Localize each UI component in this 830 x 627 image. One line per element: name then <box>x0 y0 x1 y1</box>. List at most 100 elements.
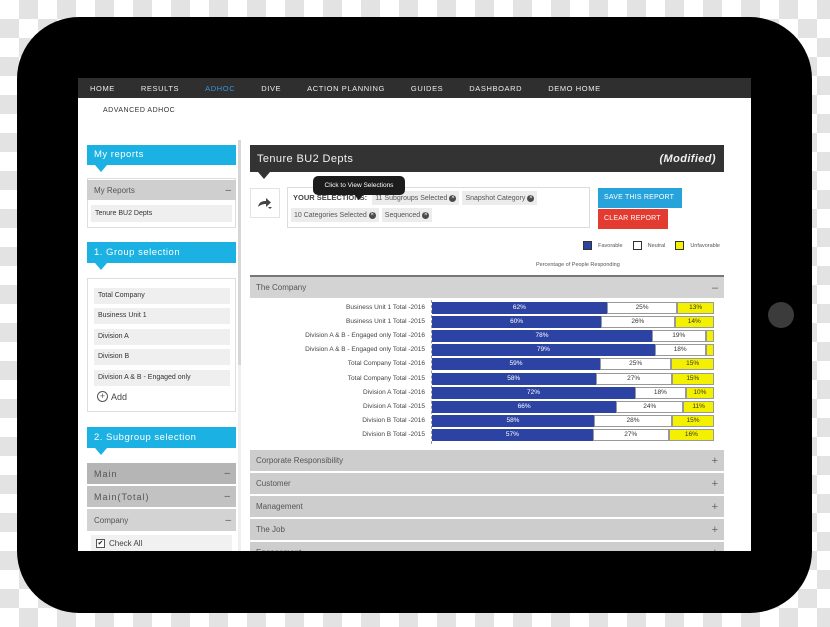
chart-row-label: Business Unit 1 Total -2015 <box>345 318 425 326</box>
chart-row-label: Division A Total -2015 <box>362 402 425 410</box>
selection-tag[interactable]: 10 Categories Selected × <box>291 208 379 222</box>
tablet-home-button[interactable] <box>768 302 794 328</box>
share-button[interactable] <box>250 188 280 218</box>
tooltip-text: Click to View Selections <box>324 182 394 189</box>
saved-report-item[interactable]: Tenure BU2 Depts <box>91 205 232 222</box>
stacked-bar: 59% 25% 15% <box>432 358 714 371</box>
selection-tag[interactable]: Snapshot Category × <box>462 191 538 205</box>
chart-row-label: Division B Total -2016 <box>362 416 425 424</box>
bar-segment-favorable: 57% <box>432 428 593 441</box>
subgroup-selection-pointer <box>95 448 107 455</box>
legend-label: Favorable <box>598 242 623 249</box>
chart-row: Division B Total -2015 57% 27% 16% <box>250 428 724 442</box>
group-list-item[interactable]: Total Company <box>94 288 230 304</box>
collapse-icon[interactable]: – <box>225 515 231 526</box>
check-all-label: Check All <box>109 538 143 548</box>
collapse-icon[interactable]: – <box>224 468 231 479</box>
subgroup-row-main-total-[interactable]: Main(Total) – <box>87 486 236 507</box>
chart-row: Division B Total -2016 58% 28% 15% <box>250 414 724 428</box>
remove-tag-icon[interactable]: × <box>449 194 457 202</box>
chart-row: Division A & B - Engaged only Total -201… <box>250 330 724 343</box>
legend-item-unfavorable: Unfavorable <box>675 241 720 250</box>
section-header-customer[interactable]: Customer + <box>250 473 724 494</box>
chart-row: Business Unit 1 Total -2016 62% 25% 13% <box>250 302 724 315</box>
stacked-bar: 58% 28% 15% <box>432 414 714 427</box>
nav-item-home[interactable]: HOME <box>90 84 115 93</box>
legend-swatch-neutral <box>632 241 642 250</box>
section-title: Corporate Responsibility <box>256 456 344 465</box>
category-sections: The Company – Business Unit 1 Total -2016 6… <box>250 275 724 551</box>
expand-icon[interactable]: + <box>712 547 718 552</box>
nav-item-guides[interactable]: GUIDES <box>411 84 443 93</box>
legend-item-favorable: Favorable <box>583 241 623 250</box>
stacked-bar: 60% 26% 14% <box>432 316 714 329</box>
nav-item-demo-home[interactable]: DEMO HOME <box>548 84 600 93</box>
expand-icon[interactable]: + <box>712 455 718 467</box>
collapse-icon[interactable]: – <box>712 282 718 294</box>
bar-segment-favorable: 72% <box>432 386 636 399</box>
nav-item-dive[interactable]: DIVE <box>261 84 281 93</box>
collapse-icon[interactable]: – <box>225 185 231 196</box>
section-header-the-job[interactable]: The Job + <box>250 519 724 540</box>
remove-tag-icon[interactable]: × <box>368 211 376 219</box>
selection-tag-label: Snapshot Category <box>465 194 526 202</box>
clear-report-button[interactable]: CLEAR REPORT <box>598 209 668 229</box>
stacked-bar: 57% 27% 16% <box>432 428 714 441</box>
nav-item-action-planning[interactable]: ACTION PLANNING <box>307 84 385 93</box>
bar-segment-neutral: 28% <box>593 414 673 427</box>
nav-item-results[interactable]: RESULTS <box>141 84 179 93</box>
bar-segment-unfavorable: 15% <box>671 358 714 371</box>
sidebar-scrollbar[interactable] <box>238 140 241 551</box>
collapse-icon[interactable]: – <box>224 491 231 502</box>
top-nav-bar: HOME RESULTS ADHOC DIVE ACTION PLANNING GUIDE… <box>78 78 751 98</box>
nav-item-adhoc[interactable]: ADHOC <box>205 84 235 93</box>
expand-icon[interactable]: + <box>712 501 718 513</box>
chart-legend: Favorable Neutral Unfavorable <box>568 241 720 250</box>
section-header-management[interactable]: Management + <box>250 496 724 517</box>
bar-segment-neutral: 25% <box>600 358 672 371</box>
checkbox-icon[interactable]: ✔ <box>96 538 105 548</box>
legend-swatch-favorable <box>583 241 593 250</box>
bar-segment-unfavorable: 15% <box>671 372 714 385</box>
legend-label: Unfavorable <box>690 242 720 249</box>
nav-item-dashboard[interactable]: DASHBOARD <box>469 84 522 93</box>
bar-segment-favorable: 66% <box>432 400 617 413</box>
section-header-the-company[interactable]: The Company – <box>250 275 724 298</box>
stacked-bar: 72% 18% 10% <box>432 386 714 399</box>
group-list-item[interactable]: Division A <box>94 329 230 345</box>
view-selections-tooltip: Click to View Selections <box>313 176 405 200</box>
group-list-item[interactable]: Division B <box>94 349 230 365</box>
legend-label: Neutral <box>647 242 666 249</box>
bar-segment-unfavorable <box>705 330 714 343</box>
subgroup-row-main[interactable]: Main – <box>87 463 236 484</box>
section-header-engagement[interactable]: Engagement + <box>250 542 724 551</box>
group-list-item[interactable]: Division A & B - Engaged only <box>94 370 230 386</box>
section-header-corporate-responsibility[interactable]: Corporate Responsibility + <box>250 450 724 471</box>
tooltip-arrow <box>355 195 363 200</box>
subgroup-selection-header: 2. Subgroup selection <box>87 427 236 448</box>
chart-row-label: Division A & B - Engaged only Total -201… <box>305 346 425 354</box>
remove-tag-icon[interactable]: × <box>527 194 535 202</box>
my-reports-header: My reports <box>87 145 236 165</box>
stacked-bar: 78% 19% <box>432 330 714 343</box>
save-report-button[interactable]: SAVE THIS REPORT <box>598 188 682 208</box>
my-reports-pointer <box>95 165 107 172</box>
section-title: Customer <box>256 479 291 488</box>
expand-icon[interactable]: + <box>712 524 718 536</box>
report-title: Tenure BU2 Depts <box>257 152 354 165</box>
subgroup-row-company[interactable]: Company – <box>87 509 236 531</box>
my-reports-group-row[interactable]: My Reports – <box>87 180 236 200</box>
section-title: The Job <box>256 525 285 534</box>
group-list-item[interactable]: Business Unit 1 <box>94 308 230 324</box>
sidebar-scrollbar-thumb[interactable] <box>238 140 241 365</box>
selection-tag[interactable]: Sequenced × <box>381 208 433 222</box>
subgroup-row-label: Company <box>94 515 129 525</box>
bar-segment-neutral: 25% <box>606 302 678 314</box>
stacked-bar: 66% 24% 11% <box>432 400 714 413</box>
remove-tag-icon[interactable]: × <box>422 211 430 219</box>
legend-item-neutral: Neutral <box>632 241 666 250</box>
check-all-checkbox[interactable]: ✔ Check All <box>91 535 232 551</box>
expand-icon[interactable]: + <box>712 478 718 490</box>
add-group-button[interactable]: + Add <box>97 391 127 402</box>
bar-segment-neutral: 18% <box>654 344 706 357</box>
